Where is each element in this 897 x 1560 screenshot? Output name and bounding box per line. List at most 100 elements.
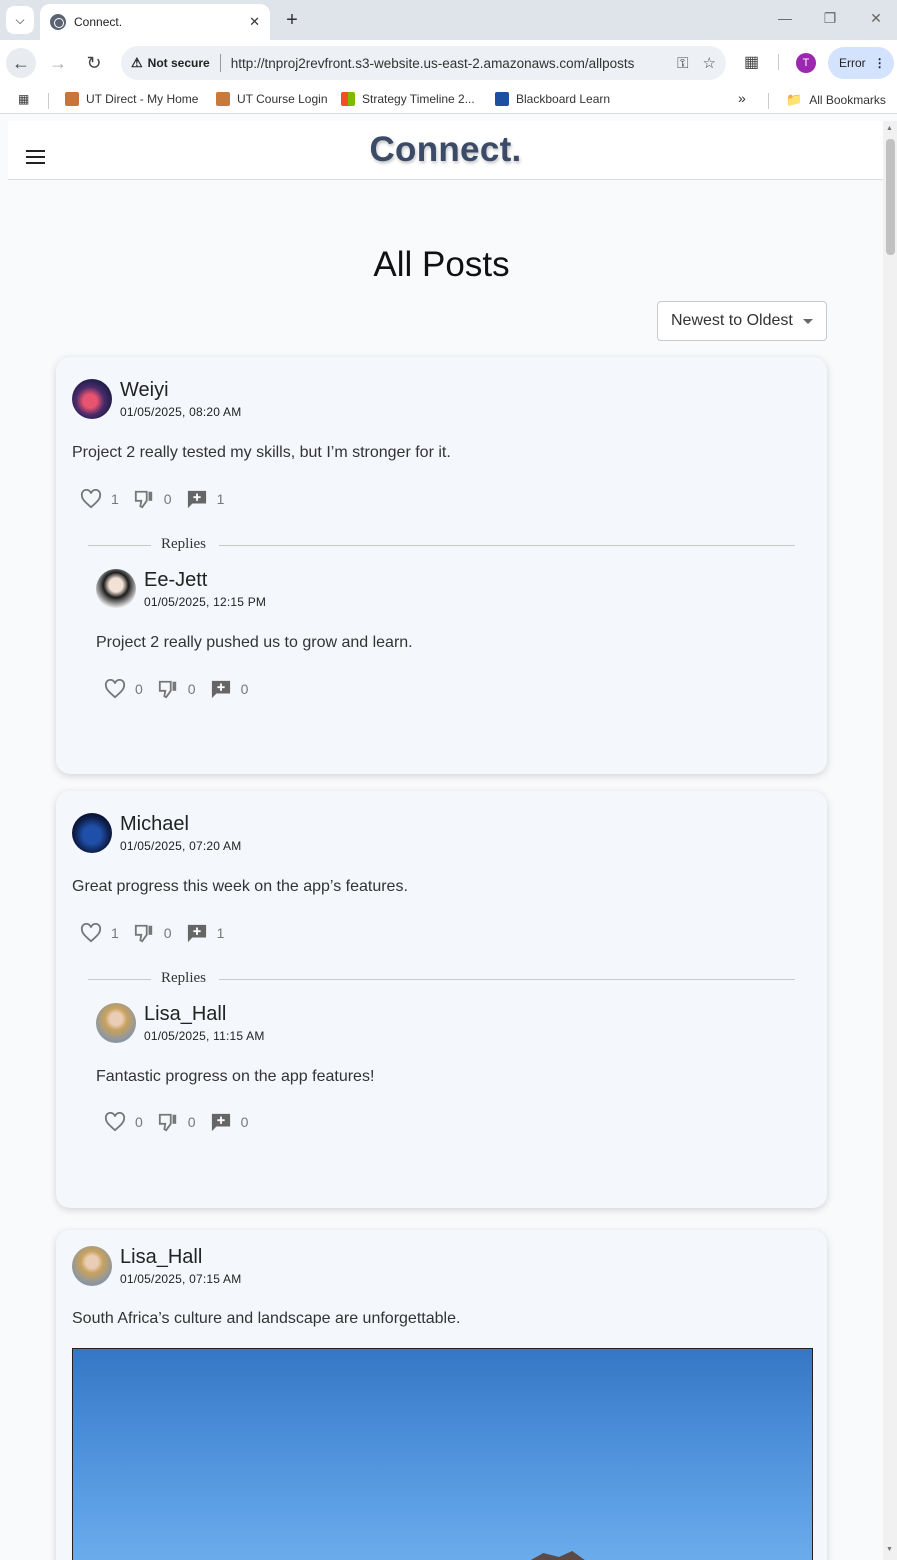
- app-header: Connect.: [8, 121, 883, 180]
- dislike-button[interactable]: 0: [157, 1112, 196, 1132]
- post-date: 01/05/2025, 07:20 AM: [120, 839, 242, 853]
- post-image[interactable]: [72, 1348, 813, 1560]
- microsoft-icon: [341, 92, 355, 106]
- reply-button[interactable]: 0: [210, 1112, 248, 1132]
- reply-count: 0: [240, 681, 249, 697]
- bookmark-label: Blackboard Learn: [516, 92, 611, 106]
- scrollbar-thumb[interactable]: [886, 139, 895, 255]
- post-card: Michael 01/05/2025, 07:20 AM Great progr…: [56, 791, 827, 1208]
- bookmarks-divider: [48, 93, 49, 109]
- author-name[interactable]: Lisa_Hall: [120, 1246, 241, 1268]
- bookmarks-divider: [768, 93, 769, 109]
- post-date: 01/05/2025, 07:15 AM: [120, 1272, 242, 1286]
- like-button[interactable]: 0: [104, 1112, 143, 1132]
- apps-grid-icon[interactable]: ▦: [18, 92, 29, 106]
- dislike-button[interactable]: 0: [157, 679, 196, 699]
- brand-logo[interactable]: Connect.: [8, 130, 883, 170]
- restore-icon[interactable]: ❐: [820, 10, 840, 27]
- reply-body: Project 2 really pushed us to grow and l…: [96, 634, 413, 651]
- replies-divider: Replies: [88, 535, 795, 555]
- security-indicator[interactable]: ⚠ Not secure: [131, 55, 210, 71]
- omnibox-divider: [219, 54, 221, 72]
- like-count: 0: [135, 681, 143, 697]
- more-menu-icon: ⋮: [873, 56, 886, 70]
- avatar[interactable]: [72, 379, 112, 419]
- window-close-icon[interactable]: ✕: [866, 10, 886, 27]
- like-count: 1: [111, 925, 119, 941]
- avatar[interactable]: [96, 569, 136, 609]
- thumbs-down-icon: [158, 680, 176, 699]
- post-body: Great progress this week on the app’s fe…: [72, 878, 408, 895]
- add-comment-icon: [211, 680, 230, 699]
- reply-author: Lisa_Hall 01/05/2025, 11:15 AM: [96, 1003, 265, 1043]
- post-author: Michael 01/05/2025, 07:20 AM: [72, 813, 241, 853]
- bookmark-ut-direct[interactable]: UT Direct - My Home: [65, 92, 198, 106]
- mountain-landscape: [493, 1551, 613, 1560]
- shield-icon: [216, 92, 230, 106]
- page-title: All Posts: [373, 245, 510, 284]
- browser-tab-active[interactable]: Connect. ✕: [40, 4, 270, 40]
- avatar[interactable]: [72, 813, 112, 853]
- reply-button[interactable]: 0: [210, 679, 249, 699]
- reply-count: 1: [216, 491, 225, 507]
- forward-button[interactable]: →: [43, 48, 73, 78]
- like-button[interactable]: 1: [80, 489, 119, 509]
- add-comment-icon: [187, 924, 206, 943]
- browser-tab-strip: ⌵ Connect. ✕ + — ❐ ✕: [0, 0, 897, 40]
- address-bar[interactable]: ⚠ Not secure http://tnproj2revfront.s3-w…: [121, 46, 726, 80]
- star-icon[interactable]: ☆: [703, 54, 716, 72]
- error-label: Error: [839, 56, 866, 70]
- key-icon[interactable]: ⚿: [677, 55, 688, 72]
- thumbs-down-icon: [134, 490, 152, 509]
- replies-label: Replies: [161, 970, 206, 986]
- more-bookmarks-icon[interactable]: »: [738, 90, 746, 106]
- author-name[interactable]: Ee-Jett: [144, 569, 266, 591]
- back-button[interactable]: ←: [6, 48, 36, 78]
- reload-button[interactable]: ↻: [79, 48, 109, 78]
- post-body: Project 2 really tested my skills, but I…: [72, 444, 451, 461]
- new-tab-button[interactable]: +: [282, 8, 302, 32]
- replies-divider: Replies: [88, 969, 795, 989]
- bookmark-blackboard[interactable]: Blackboard Learn: [495, 92, 610, 106]
- url-text[interactable]: http://tnproj2revfront.s3-website.us-eas…: [231, 56, 663, 71]
- like-button[interactable]: 0: [104, 679, 143, 699]
- author-name[interactable]: Michael: [120, 813, 241, 835]
- sort-order-select[interactable]: Newest to Oldest: [657, 301, 827, 341]
- dislike-count: 0: [163, 925, 172, 941]
- tab-search-button[interactable]: ⌵: [6, 6, 34, 34]
- dislike-count: 0: [163, 491, 172, 507]
- reply-button[interactable]: 1: [186, 489, 225, 509]
- bookmark-ut-course-login[interactable]: UT Course Login: [216, 92, 328, 106]
- extensions-icon[interactable]: ▦: [744, 52, 759, 72]
- dislike-button[interactable]: 0: [133, 923, 172, 943]
- browser-toolbar: ← → ↻ ⚠ Not secure http://tnproj2revfron…: [0, 40, 897, 86]
- reply-actions: 0 0 0: [104, 679, 262, 699]
- like-count: 1: [111, 491, 119, 507]
- profile-avatar-button[interactable]: T: [796, 53, 816, 73]
- scroll-down-icon[interactable]: ▼: [886, 1546, 893, 1553]
- author-name[interactable]: Lisa_Hall: [144, 1003, 265, 1025]
- page-viewport: Connect. All Posts Newest to Oldest Weiy…: [0, 121, 883, 1560]
- bookmark-strategy-timeline[interactable]: Strategy Timeline 2...: [341, 92, 475, 106]
- like-button[interactable]: 1: [80, 923, 119, 943]
- like-count: 0: [135, 1114, 143, 1130]
- minimize-icon[interactable]: —: [775, 10, 795, 26]
- heart-icon: [104, 679, 126, 699]
- avatar[interactable]: [72, 1246, 112, 1286]
- page-scrollbar[interactable]: ▲ ▼: [883, 121, 897, 1560]
- avatar[interactable]: [96, 1003, 136, 1043]
- reply-button[interactable]: 1: [186, 923, 224, 943]
- post-actions: 1 0 1: [80, 923, 238, 943]
- error-menu-button[interactable]: Error ⋮: [828, 47, 894, 79]
- bookmark-label: Strategy Timeline 2...: [362, 92, 475, 106]
- close-icon[interactable]: ✕: [249, 14, 260, 30]
- scroll-up-icon[interactable]: ▲: [886, 125, 893, 132]
- thumbs-down-icon: [134, 924, 152, 943]
- warning-icon: ⚠: [131, 55, 143, 70]
- author-name[interactable]: Weiyi: [120, 379, 241, 401]
- all-bookmarks-label: All Bookmarks: [809, 93, 886, 107]
- reply-body: Fantastic progress on the app features!: [96, 1068, 375, 1085]
- dislike-button[interactable]: 0: [133, 489, 172, 509]
- chevron-down-icon: ⌵: [15, 12, 25, 27]
- all-bookmarks-button[interactable]: 📁 All Bookmarks: [786, 92, 886, 108]
